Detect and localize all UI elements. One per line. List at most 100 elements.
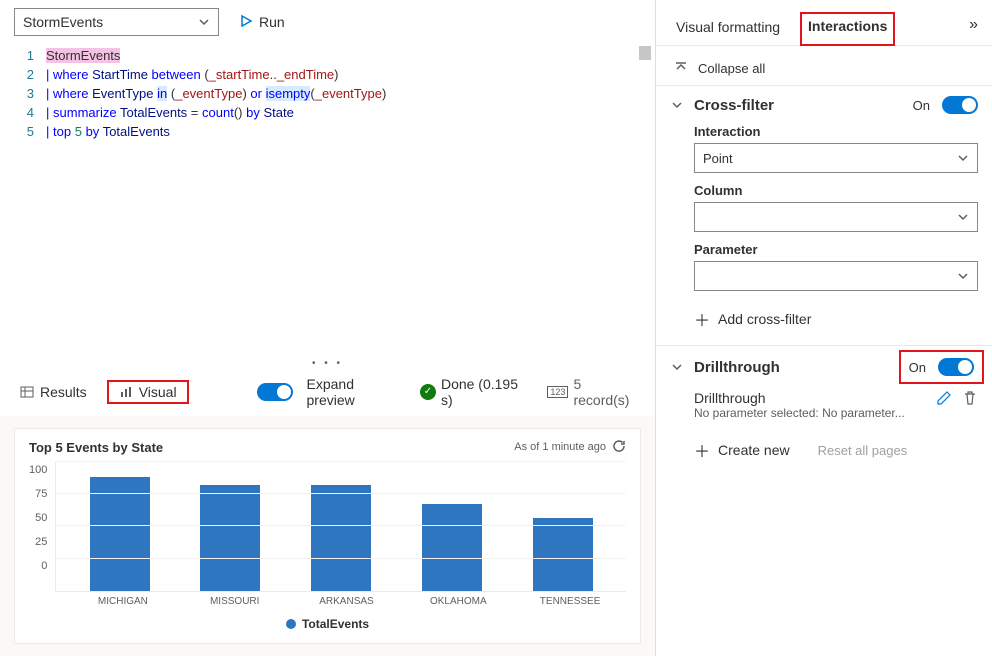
run-button[interactable]: Run [231,10,293,35]
drillthrough-toggle-group: On [905,356,978,378]
tab-results-label: Results [40,384,87,400]
drillthrough-item-title: Drillthrough [694,390,928,406]
tab-visual-formatting[interactable]: Visual formatting [674,13,782,45]
play-icon [239,14,253,31]
x-tick-label: TENNESSEE [514,596,626,607]
chart-card: Top 5 Events by State As of 1 minute ago… [14,428,641,645]
y-axis: 100 75 50 25 0 [29,462,55,593]
database-select-value: StormEvents [23,14,103,30]
more-tabs-icon[interactable]: » [969,16,978,42]
chart-title: Top 5 Events by State [29,440,163,455]
field-column: Column [670,183,978,232]
collapse-all-button[interactable]: Collapse all [656,46,992,85]
parameter-select[interactable] [694,261,978,291]
table-icon [20,385,34,399]
drillthrough-title: Drillthrough [694,359,895,376]
bar[interactable] [286,462,397,592]
add-cross-filter-button[interactable]: ＋ Add cross-filter [670,307,978,331]
on-label: On [913,98,930,113]
drillthrough-item-text: Drillthrough No parameter selected: No p… [694,390,928,420]
chevron-down-icon [670,98,684,112]
expand-preview-label: Expand preview [307,376,406,408]
record-count: 123 5 record(s) [547,376,641,408]
status-done-text: Done (0.195 s) [441,376,533,408]
tab-results[interactable]: Results [14,380,93,404]
bar[interactable] [64,462,175,592]
collapse-icon [674,60,688,77]
reset-all-pages-button[interactable]: Reset all pages [818,443,908,458]
drillthrough-item-subtitle: No parameter selected: No parameter... [694,406,928,420]
plot [55,462,626,593]
parameter-label: Parameter [694,242,978,257]
on-label: On [909,360,926,375]
chart-legend: TotalEvents [29,617,626,631]
query-status: ✓ Done (0.195 s) [420,376,533,408]
right-panel: Visual formatting Interactions » Collaps… [656,0,992,656]
x-tick-label: MISSOURI [179,596,291,607]
chevron-down-icon [198,16,210,28]
check-icon: ✓ [420,384,436,400]
chart-container: Top 5 Events by State As of 1 minute ago… [0,416,655,656]
chart-plot-area: 100 75 50 25 0 [29,462,626,593]
cross-filter-toggle-group: On [913,96,978,114]
chevron-down-icon [670,360,684,374]
code-content[interactable]: StormEvents | where StartTime between (_… [46,46,651,141]
left-panel: StormEvents Run 1 2 3 4 5 StormEvents | … [0,0,656,656]
x-axis-labels: MICHIGANMISSOURIARKANSASOKLAHOMATENNESSE… [29,596,626,607]
code-editor[interactable]: 1 2 3 4 5 StormEvents | where StartTime … [0,40,655,141]
run-label: Run [259,14,285,30]
tab-visual-label: Visual [139,384,177,400]
field-parameter: Parameter [670,242,978,291]
column-select[interactable] [694,202,978,232]
interaction-value: Point [703,151,733,166]
edit-icon[interactable] [936,390,952,411]
bar[interactable] [507,462,618,592]
section-cross-filter: Cross-filter On Interaction Point Column… [656,85,992,345]
bar[interactable] [397,462,508,592]
legend-dot [286,619,296,629]
create-new-label: Create new [718,442,790,458]
interaction-select[interactable]: Point [694,143,978,173]
database-select[interactable]: StormEvents [14,8,219,36]
create-new-button[interactable]: ＋ Create new [694,438,790,462]
drillthrough-item: Drillthrough No parameter selected: No p… [670,390,978,420]
drillthrough-footer: ＋ Create new Reset all pages [670,438,978,462]
drillthrough-toggle[interactable] [938,358,974,376]
tab-interactions[interactable]: Interactions [800,12,895,46]
line-gutter: 1 2 3 4 5 [4,46,46,141]
refresh-icon[interactable] [612,439,626,456]
plus-icon: ＋ [694,307,710,331]
collapse-all-label: Collapse all [698,61,765,76]
tab-visual[interactable]: Visual [107,380,189,404]
bar[interactable] [175,462,286,592]
chart-timestamp: As of 1 minute ago [514,439,626,456]
result-toolbar: Results Visual Expand preview ✓ Done (0.… [0,370,655,416]
add-cross-filter-label: Add cross-filter [718,311,811,327]
plus-icon: ＋ [694,438,710,462]
query-toolbar: StormEvents Run [0,0,655,40]
delete-icon[interactable] [962,390,978,411]
drillthrough-actions [936,390,978,411]
drillthrough-header[interactable]: Drillthrough On [670,356,978,378]
resize-handle[interactable]: • • • [0,358,655,370]
cross-filter-toggle[interactable] [942,96,978,114]
panel-tabs: Visual formatting Interactions » [656,8,992,46]
records-icon: 123 [547,386,568,398]
legend-label: TotalEvents [302,617,369,631]
interaction-label: Interaction [694,124,978,139]
editor-scrollbar[interactable] [639,46,651,60]
cross-filter-title: Cross-filter [694,97,903,114]
chart-header: Top 5 Events by State As of 1 minute ago [29,439,626,456]
chevron-down-icon [957,270,969,282]
chevron-down-icon [957,152,969,164]
x-tick-label: ARKANSAS [291,596,403,607]
record-count-text: 5 record(s) [573,376,641,408]
chevron-down-icon [957,211,969,223]
expand-preview-toggle[interactable] [257,383,293,401]
x-tick-label: OKLAHOMA [402,596,514,607]
cross-filter-header[interactable]: Cross-filter On [670,96,978,114]
chart-icon [119,385,133,399]
x-tick-label: MICHIGAN [67,596,179,607]
field-interaction: Interaction Point [670,124,978,173]
section-drillthrough: Drillthrough On Drillthrough No paramete… [656,345,992,476]
